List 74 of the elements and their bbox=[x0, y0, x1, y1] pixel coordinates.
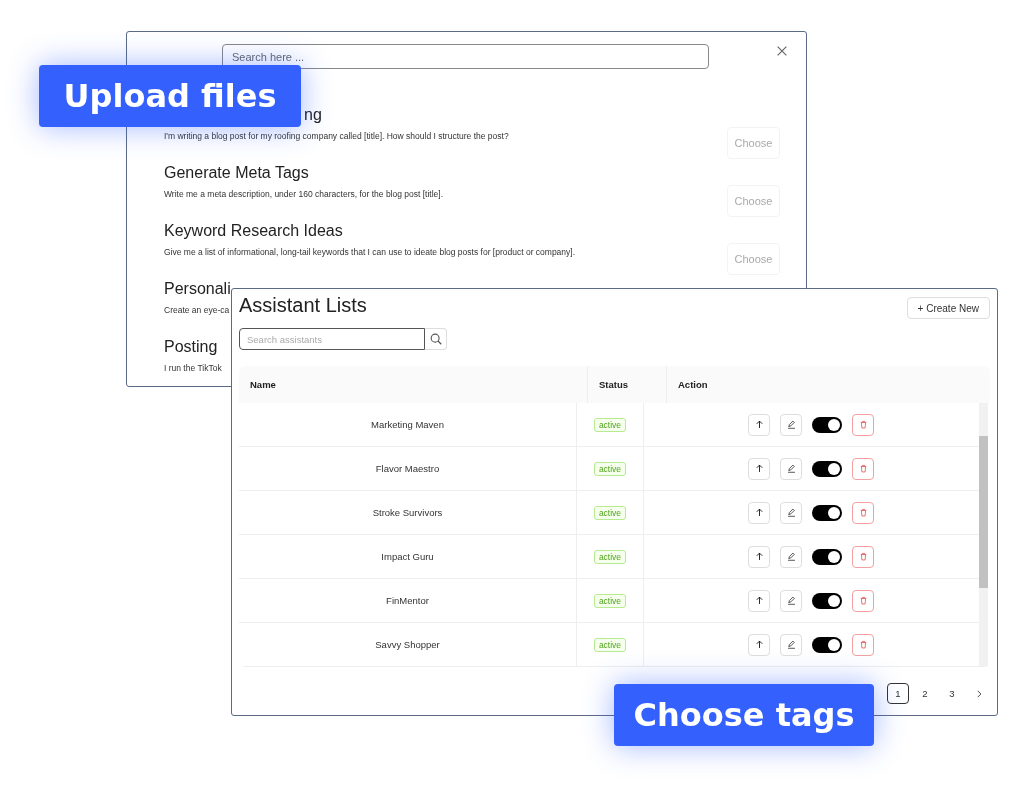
move-up-button[interactable] bbox=[748, 589, 770, 612]
delete-button[interactable] bbox=[852, 413, 874, 436]
pencil-icon bbox=[785, 639, 797, 650]
delete-button[interactable] bbox=[852, 589, 874, 612]
arrow-up-icon bbox=[753, 507, 765, 518]
delete-button[interactable] bbox=[852, 457, 874, 480]
edit-button[interactable] bbox=[780, 413, 802, 436]
status-badge: active bbox=[593, 549, 627, 564]
pencil-icon bbox=[785, 595, 797, 606]
move-up-button[interactable] bbox=[748, 545, 770, 568]
chevron-right-icon bbox=[974, 688, 984, 699]
page-button[interactable]: 1 bbox=[887, 683, 909, 704]
table-cell-text: Savvy Shopper bbox=[374, 638, 441, 652]
table-cell-text: Marketing Maven bbox=[370, 418, 445, 432]
status-badge: active bbox=[593, 461, 627, 476]
delete-button[interactable] bbox=[852, 501, 874, 524]
pencil-icon bbox=[785, 507, 797, 518]
arrow-up-icon bbox=[753, 551, 765, 562]
prompt-description: Create an eye-ca bbox=[164, 304, 230, 317]
prompt-title: Posting bbox=[164, 337, 218, 357]
search-button[interactable] bbox=[425, 328, 447, 350]
delete-button[interactable] bbox=[852, 633, 874, 656]
column-header: Status bbox=[587, 366, 666, 403]
table-cell-text: Impact Guru bbox=[380, 550, 435, 564]
prompt-title: ng bbox=[304, 105, 322, 125]
move-up-button[interactable] bbox=[748, 413, 770, 436]
table-cell-text: Stroke Survivors bbox=[371, 506, 444, 520]
edit-button[interactable] bbox=[780, 589, 802, 612]
prompt-description: Give me a list of informational, long-tail keywords that I can use to ideate blog posts for [product or company]. bbox=[164, 246, 576, 259]
column-header: Name bbox=[249, 378, 277, 392]
edit-button[interactable] bbox=[780, 545, 802, 568]
callout-label: Upload files bbox=[39, 65, 301, 127]
toggle-switch[interactable] bbox=[812, 548, 842, 565]
status-badge: active bbox=[593, 593, 627, 608]
status-badge: active bbox=[593, 417, 627, 432]
arrow-up-icon bbox=[753, 463, 765, 474]
create-new-button[interactable]: + Create New bbox=[906, 297, 990, 319]
window-title: Assistant Lists bbox=[239, 293, 367, 318]
page-button[interactable]: 3 bbox=[941, 683, 963, 704]
pencil-icon bbox=[785, 463, 797, 474]
prompt-title: Generate Meta Tags bbox=[164, 163, 309, 183]
prompt-description: I run the TikTok bbox=[164, 362, 222, 375]
search-icon bbox=[428, 332, 443, 346]
move-up-button[interactable] bbox=[748, 633, 770, 656]
status-badge: active bbox=[593, 505, 627, 520]
arrow-up-icon bbox=[753, 639, 765, 650]
scrollbar[interactable] bbox=[979, 403, 988, 667]
delete-button[interactable] bbox=[852, 545, 874, 568]
edit-button[interactable] bbox=[780, 457, 802, 480]
toggle-switch[interactable] bbox=[812, 416, 842, 433]
edit-button[interactable] bbox=[780, 633, 802, 656]
arrow-up-icon bbox=[753, 595, 765, 606]
prompt-title: Personali bbox=[164, 279, 231, 299]
arrow-up-icon bbox=[753, 419, 765, 430]
prompt-description: I'm writing a blog post for my roofing company called [title]. How should I structure the post? bbox=[164, 130, 509, 143]
pencil-icon bbox=[785, 551, 797, 562]
status-badge: active bbox=[593, 637, 627, 652]
page-button[interactable]: 2 bbox=[914, 683, 936, 704]
pencil-icon bbox=[785, 419, 797, 430]
prompt-description: Write me a meta description, under 160 characters, for the blog post [title]. bbox=[164, 188, 444, 201]
prompt-title: Keyword Research Ideas bbox=[164, 221, 343, 241]
table-cell-text: FinMentor bbox=[385, 594, 430, 608]
toggle-switch[interactable] bbox=[812, 636, 842, 653]
search-field[interactable]: Search here ... bbox=[222, 44, 709, 69]
move-up-button[interactable] bbox=[748, 457, 770, 480]
toggle-switch[interactable] bbox=[812, 460, 842, 477]
toggle-switch[interactable] bbox=[812, 592, 842, 609]
move-up-button[interactable] bbox=[748, 501, 770, 524]
callout-label: Choose tags bbox=[614, 684, 874, 746]
table-cell-text: Flavor Maestro bbox=[374, 462, 441, 476]
edit-button[interactable] bbox=[780, 501, 802, 524]
close-icon bbox=[775, 44, 789, 58]
toggle-switch[interactable] bbox=[812, 504, 842, 521]
search-field[interactable]: Search assistants bbox=[239, 328, 425, 350]
